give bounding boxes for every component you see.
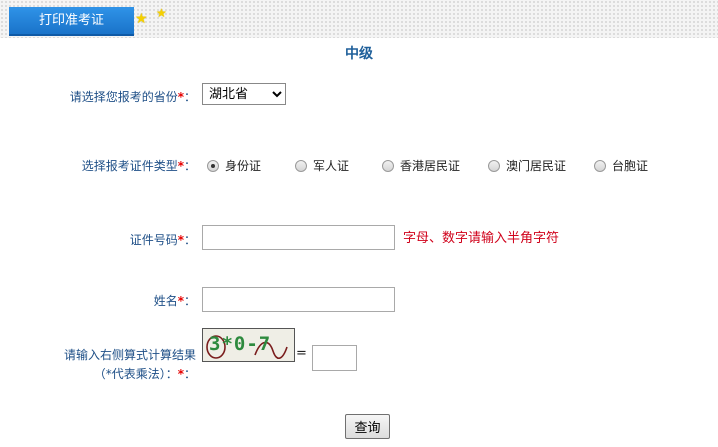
radio-military-id[interactable]: 军人证 xyxy=(295,157,349,174)
radio-button-checked[interactable] xyxy=(207,160,219,172)
id-number-input[interactable] xyxy=(202,225,395,250)
radio-label: 台胞证 xyxy=(612,159,649,173)
province-label: 请选择您报考的省份*： xyxy=(70,88,196,105)
label-colon: ： xyxy=(183,294,196,308)
star-icon: ★ xyxy=(135,11,148,27)
captcha-label: 请输入右侧算式计算结果 （*代表乘法）：*： xyxy=(64,346,196,384)
page-title: 中级 xyxy=(345,46,373,62)
radio-button[interactable] xyxy=(488,160,500,172)
radio-label: 香港居民证 xyxy=(400,159,461,173)
id-type-label-text: 选择报考证件类型 xyxy=(81,159,178,173)
captcha-image[interactable]: 3*0-7 xyxy=(202,328,295,362)
id-number-hint: 字母、数字请输入半角字符 xyxy=(403,231,560,246)
name-label: 姓名*： xyxy=(154,292,196,309)
equals-sign: = xyxy=(296,346,307,361)
radio-taiwan-compatriot[interactable]: 台胞证 xyxy=(594,157,648,174)
label-colon: ： xyxy=(183,90,196,104)
radio-button[interactable] xyxy=(295,160,307,172)
radio-button[interactable] xyxy=(594,160,606,172)
radio-id-card[interactable]: 身份证 xyxy=(207,157,261,174)
name-label-text: 姓名 xyxy=(153,294,178,308)
radio-label: 军人证 xyxy=(313,159,350,173)
captcha-label-line2: （*代表乘法）：*： xyxy=(64,365,196,384)
radio-button[interactable] xyxy=(382,160,394,172)
province-label-text: 请选择您报考的省份 xyxy=(69,90,178,104)
province-select[interactable]: 湖北省 xyxy=(202,83,286,105)
captcha-text: 3*0-7 xyxy=(209,333,272,355)
id-type-label: 选择报考证件类型*： xyxy=(82,157,196,174)
captcha-label-line1: 请输入右侧算式计算结果 xyxy=(63,348,196,362)
label-colon: ： xyxy=(183,159,196,173)
tab-print-admission-ticket[interactable]: 打印准考证 xyxy=(9,7,134,36)
top-bar: 打印准考证 ★ ★ xyxy=(0,0,718,38)
captcha-note: （*代表乘法）： xyxy=(93,367,178,381)
radio-hk-resident[interactable]: 香港居民证 xyxy=(382,157,460,174)
radio-macao-resident[interactable]: 澳门居民证 xyxy=(488,157,566,174)
id-number-label: 证件号码*： xyxy=(130,231,196,248)
captcha-answer-input[interactable] xyxy=(312,345,357,371)
name-input[interactable] xyxy=(202,287,395,312)
star-icon: ★ xyxy=(156,6,167,20)
radio-label: 身份证 xyxy=(225,159,262,173)
radio-label: 澳门居民证 xyxy=(506,159,567,173)
label-colon: ： xyxy=(183,367,196,381)
label-colon: ： xyxy=(183,233,196,247)
id-number-label-text: 证件号码 xyxy=(129,233,178,247)
query-button[interactable]: 查询 xyxy=(345,414,390,439)
